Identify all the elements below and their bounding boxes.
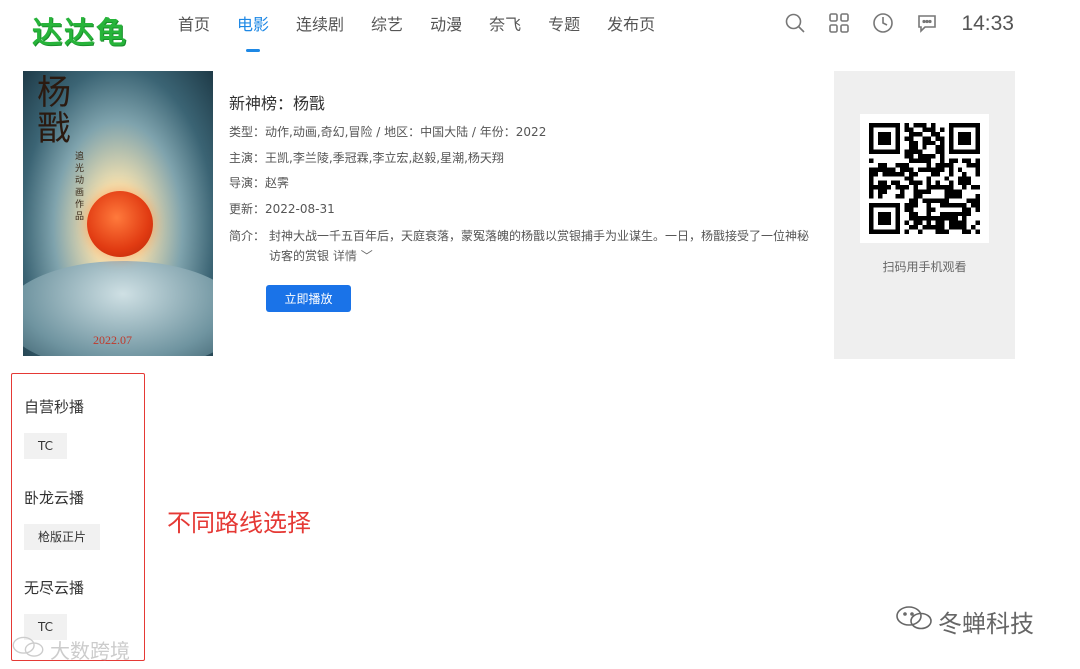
poster-date: 2022.07 xyxy=(93,333,132,347)
site-logo[interactable]: 达达龟 xyxy=(32,8,128,52)
nav-item-series[interactable]: 连续剧 xyxy=(296,14,344,44)
grid-icon[interactable] xyxy=(828,12,850,34)
poster-title: 杨戬 xyxy=(37,73,71,149)
qr-caption: 扫码用手机观看 xyxy=(882,260,967,274)
search-icon[interactable] xyxy=(784,12,806,34)
poster-sun xyxy=(87,191,153,257)
nav-item-anime[interactable]: 动漫 xyxy=(430,14,462,44)
chevron-down-icon: ﹀ xyxy=(360,249,373,263)
nav-item-topics[interactable]: 专题 xyxy=(548,14,580,44)
movie-title: 新神榜：杨戬 xyxy=(229,94,326,113)
nav-item-home[interactable]: 首页 xyxy=(178,14,210,44)
wechat-icon xyxy=(894,603,934,639)
route-tag-button[interactable]: 枪版正片 xyxy=(24,524,101,550)
route-name: 自营秒播 xyxy=(24,398,85,416)
nav-item-variety[interactable]: 综艺 xyxy=(371,14,403,44)
route-name: 卧龙云播 xyxy=(24,489,85,507)
main-nav: 首页 电影 连续剧 综艺 动漫 奈飞 专题 发布页 xyxy=(178,14,682,44)
clock-time: 14:33 xyxy=(961,12,1014,35)
desc-label: 简介： xyxy=(229,229,266,243)
movie-updated: 更新：2022-08-31 xyxy=(229,202,335,216)
route-name: 无尽云播 xyxy=(24,579,85,597)
movie-description: 简介： 封神大战一千五百年后，天庭衰落，蒙冤落魄的杨戬以赏银捕手为业谋生。一日，… xyxy=(229,226,819,266)
movie-meta: 类型：动作,动画,奇幻,冒险 / 地区：中国大陆 / 年份：2022 xyxy=(229,125,547,139)
qr-panel: 扫码用手机观看 xyxy=(834,71,1015,359)
play-now-button[interactable]: 立即播放 xyxy=(266,285,351,312)
movie-director: 导演：赵霁 xyxy=(229,176,290,190)
qr-code xyxy=(860,114,989,243)
movie-poster[interactable]: 杨戬 追光动画作品 2022.07 xyxy=(23,71,213,356)
route-tag-button[interactable]: TC xyxy=(24,433,68,459)
wechat-icon xyxy=(10,634,46,665)
desc-more-link[interactable]: 详情 ﹀ xyxy=(333,249,373,263)
message-icon[interactable] xyxy=(916,12,938,34)
nav-item-netflix[interactable]: 奈飞 xyxy=(489,14,521,44)
watermark-right: 冬蝉科技 xyxy=(894,603,1034,639)
poster-studio-text: 追光动画作品 xyxy=(75,152,85,222)
watermark-left: 大数跨境 xyxy=(10,634,130,665)
nav-item-publish[interactable]: 发布页 xyxy=(607,14,655,44)
route-list: 自营秒播 TC 卧龙云播 枪版正片 无尽云播 TC xyxy=(11,373,145,661)
watermark-right-text: 冬蝉科技 xyxy=(938,609,1034,638)
history-icon[interactable] xyxy=(872,12,894,34)
movie-cast: 主演：王凯,李兰陵,季冠霖,李立宏,赵毅,星潮,杨天翔 xyxy=(229,151,504,165)
annotation-text: 不同路线选择 xyxy=(167,509,311,537)
watermark-left-text: 大数跨境 xyxy=(50,639,130,663)
nav-item-movies[interactable]: 电影 xyxy=(237,14,269,44)
header-icons xyxy=(784,12,938,34)
